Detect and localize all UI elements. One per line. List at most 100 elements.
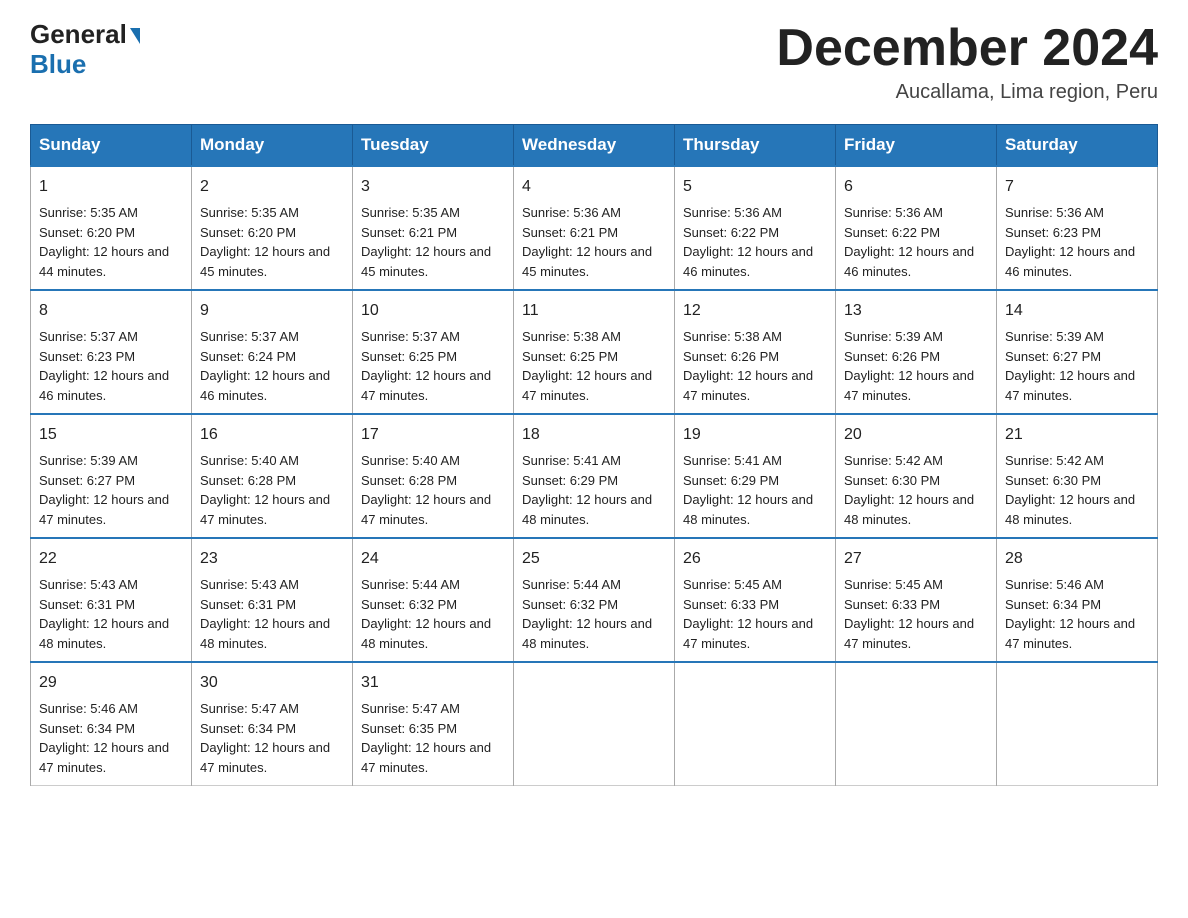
calendar-cell: 12 Sunrise: 5:38 AM Sunset: 6:26 PM Dayl…: [675, 290, 836, 414]
daylight-info: Daylight: 12 hours and 46 minutes.: [683, 244, 813, 279]
calendar-cell: [514, 662, 675, 786]
sunrise-info: Sunrise: 5:47 AM: [361, 701, 460, 716]
logo-line2: Blue: [30, 49, 86, 80]
daylight-info: Daylight: 12 hours and 46 minutes.: [200, 368, 330, 403]
calendar-cell: 7 Sunrise: 5:36 AM Sunset: 6:23 PM Dayli…: [997, 166, 1158, 290]
weekday-header-tuesday: Tuesday: [353, 125, 514, 167]
sunrise-info: Sunrise: 5:43 AM: [39, 577, 138, 592]
daylight-info: Daylight: 12 hours and 48 minutes.: [39, 616, 169, 651]
day-number: 2: [200, 175, 344, 199]
sunrise-info: Sunrise: 5:44 AM: [522, 577, 621, 592]
calendar-cell: 15 Sunrise: 5:39 AM Sunset: 6:27 PM Dayl…: [31, 414, 192, 538]
sunrise-info: Sunrise: 5:40 AM: [361, 453, 460, 468]
daylight-info: Daylight: 12 hours and 47 minutes.: [200, 492, 330, 527]
calendar-cell: 14 Sunrise: 5:39 AM Sunset: 6:27 PM Dayl…: [997, 290, 1158, 414]
sunrise-info: Sunrise: 5:42 AM: [1005, 453, 1104, 468]
day-number: 27: [844, 547, 988, 571]
daylight-info: Daylight: 12 hours and 47 minutes.: [683, 616, 813, 651]
calendar-cell: 10 Sunrise: 5:37 AM Sunset: 6:25 PM Dayl…: [353, 290, 514, 414]
calendar-cell: [675, 662, 836, 786]
day-number: 19: [683, 423, 827, 447]
sunset-info: Sunset: 6:34 PM: [200, 721, 296, 736]
sunset-info: Sunset: 6:21 PM: [361, 225, 457, 240]
daylight-info: Daylight: 12 hours and 47 minutes.: [1005, 616, 1135, 651]
sunrise-info: Sunrise: 5:37 AM: [361, 329, 460, 344]
sunrise-info: Sunrise: 5:39 AM: [1005, 329, 1104, 344]
day-number: 14: [1005, 299, 1149, 323]
calendar-body: 1 Sunrise: 5:35 AM Sunset: 6:20 PM Dayli…: [31, 166, 1158, 786]
calendar-table: SundayMondayTuesdayWednesdayThursdayFrid…: [30, 124, 1158, 786]
day-number: 6: [844, 175, 988, 199]
sunset-info: Sunset: 6:31 PM: [200, 597, 296, 612]
calendar-week-row: 8 Sunrise: 5:37 AM Sunset: 6:23 PM Dayli…: [31, 290, 1158, 414]
sunrise-info: Sunrise: 5:39 AM: [39, 453, 138, 468]
day-number: 13: [844, 299, 988, 323]
sunrise-info: Sunrise: 5:46 AM: [1005, 577, 1104, 592]
day-number: 22: [39, 547, 183, 571]
calendar-cell: 25 Sunrise: 5:44 AM Sunset: 6:32 PM Dayl…: [514, 538, 675, 662]
daylight-info: Daylight: 12 hours and 48 minutes.: [683, 492, 813, 527]
weekday-header-monday: Monday: [192, 125, 353, 167]
calendar-subtitle: Aucallama, Lima region, Peru: [776, 81, 1158, 104]
daylight-info: Daylight: 12 hours and 47 minutes.: [39, 740, 169, 775]
daylight-info: Daylight: 12 hours and 47 minutes.: [1005, 368, 1135, 403]
sunset-info: Sunset: 6:28 PM: [200, 473, 296, 488]
calendar-cell: 13 Sunrise: 5:39 AM Sunset: 6:26 PM Dayl…: [836, 290, 997, 414]
sunrise-info: Sunrise: 5:35 AM: [361, 205, 460, 220]
daylight-info: Daylight: 12 hours and 47 minutes.: [39, 492, 169, 527]
page-header: General Blue December 2024 Aucallama, Li…: [30, 20, 1158, 104]
calendar-cell: 31 Sunrise: 5:47 AM Sunset: 6:35 PM Dayl…: [353, 662, 514, 786]
calendar-cell: [836, 662, 997, 786]
calendar-cell: 3 Sunrise: 5:35 AM Sunset: 6:21 PM Dayli…: [353, 166, 514, 290]
sunset-info: Sunset: 6:23 PM: [1005, 225, 1101, 240]
day-number: 23: [200, 547, 344, 571]
sunset-info: Sunset: 6:27 PM: [1005, 349, 1101, 364]
calendar-cell: 23 Sunrise: 5:43 AM Sunset: 6:31 PM Dayl…: [192, 538, 353, 662]
calendar-cell: 22 Sunrise: 5:43 AM Sunset: 6:31 PM Dayl…: [31, 538, 192, 662]
sunrise-info: Sunrise: 5:40 AM: [200, 453, 299, 468]
sunrise-info: Sunrise: 5:37 AM: [200, 329, 299, 344]
daylight-info: Daylight: 12 hours and 48 minutes.: [522, 616, 652, 651]
day-number: 12: [683, 299, 827, 323]
sunrise-info: Sunrise: 5:36 AM: [844, 205, 943, 220]
sunrise-info: Sunrise: 5:38 AM: [522, 329, 621, 344]
calendar-cell: 17 Sunrise: 5:40 AM Sunset: 6:28 PM Dayl…: [353, 414, 514, 538]
daylight-info: Daylight: 12 hours and 45 minutes.: [522, 244, 652, 279]
daylight-info: Daylight: 12 hours and 46 minutes.: [1005, 244, 1135, 279]
sunset-info: Sunset: 6:29 PM: [683, 473, 779, 488]
sunset-info: Sunset: 6:31 PM: [39, 597, 135, 612]
day-number: 31: [361, 671, 505, 695]
day-number: 26: [683, 547, 827, 571]
sunrise-info: Sunrise: 5:45 AM: [844, 577, 943, 592]
sunrise-info: Sunrise: 5:44 AM: [361, 577, 460, 592]
sunset-info: Sunset: 6:22 PM: [844, 225, 940, 240]
sunset-info: Sunset: 6:30 PM: [1005, 473, 1101, 488]
logo-line1: General: [30, 20, 140, 49]
sunrise-info: Sunrise: 5:35 AM: [200, 205, 299, 220]
sunset-info: Sunset: 6:26 PM: [844, 349, 940, 364]
sunrise-info: Sunrise: 5:45 AM: [683, 577, 782, 592]
daylight-info: Daylight: 12 hours and 44 minutes.: [39, 244, 169, 279]
sunset-info: Sunset: 6:25 PM: [361, 349, 457, 364]
daylight-info: Daylight: 12 hours and 45 minutes.: [200, 244, 330, 279]
calendar-cell: 18 Sunrise: 5:41 AM Sunset: 6:29 PM Dayl…: [514, 414, 675, 538]
day-number: 11: [522, 299, 666, 323]
sunset-info: Sunset: 6:25 PM: [522, 349, 618, 364]
sunrise-info: Sunrise: 5:35 AM: [39, 205, 138, 220]
calendar-cell: 24 Sunrise: 5:44 AM Sunset: 6:32 PM Dayl…: [353, 538, 514, 662]
calendar-cell: 9 Sunrise: 5:37 AM Sunset: 6:24 PM Dayli…: [192, 290, 353, 414]
sunrise-info: Sunrise: 5:41 AM: [683, 453, 782, 468]
day-number: 15: [39, 423, 183, 447]
calendar-cell: 16 Sunrise: 5:40 AM Sunset: 6:28 PM Dayl…: [192, 414, 353, 538]
sunrise-info: Sunrise: 5:46 AM: [39, 701, 138, 716]
day-number: 17: [361, 423, 505, 447]
sunset-info: Sunset: 6:26 PM: [683, 349, 779, 364]
daylight-info: Daylight: 12 hours and 46 minutes.: [844, 244, 974, 279]
calendar-cell: 27 Sunrise: 5:45 AM Sunset: 6:33 PM Dayl…: [836, 538, 997, 662]
calendar-cell: 8 Sunrise: 5:37 AM Sunset: 6:23 PM Dayli…: [31, 290, 192, 414]
day-number: 30: [200, 671, 344, 695]
day-number: 10: [361, 299, 505, 323]
sunset-info: Sunset: 6:29 PM: [522, 473, 618, 488]
calendar-title: December 2024: [776, 20, 1158, 77]
calendar-cell: 19 Sunrise: 5:41 AM Sunset: 6:29 PM Dayl…: [675, 414, 836, 538]
